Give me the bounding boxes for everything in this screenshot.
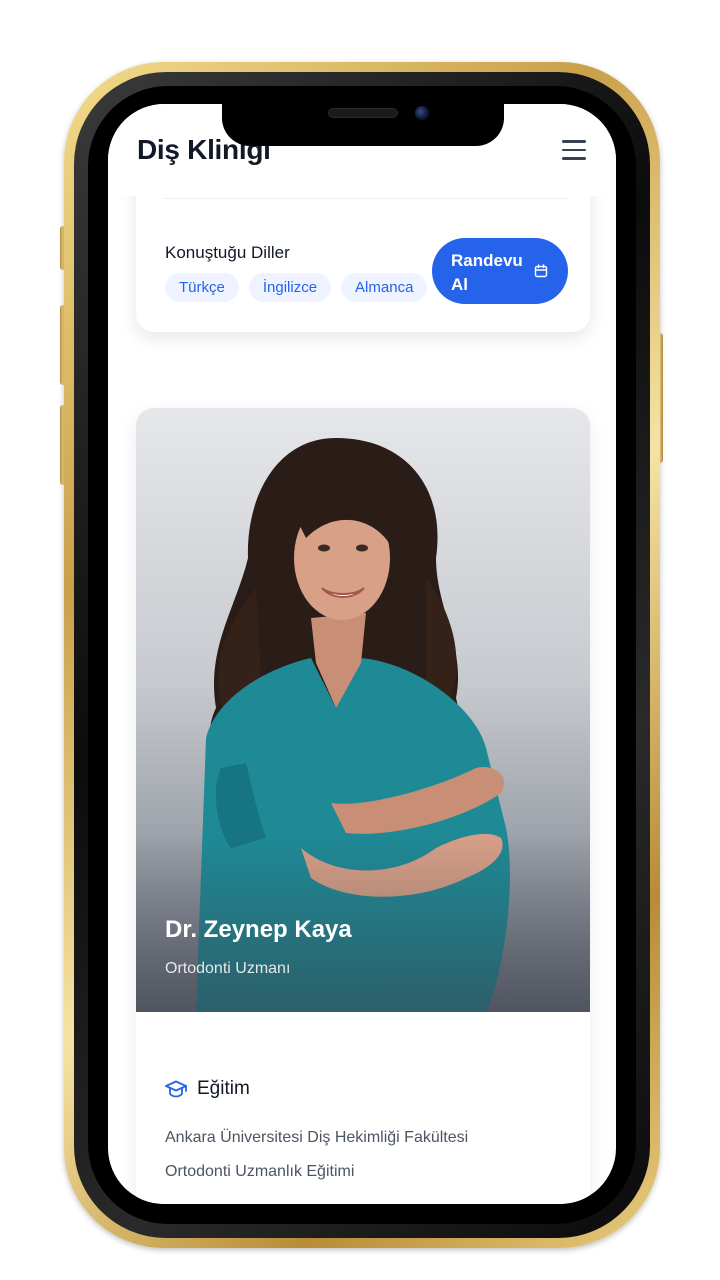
- education-title: Eğitim: [197, 1078, 250, 1099]
- graduation-cap-icon: [165, 1080, 187, 1098]
- doctor-photo: Dr. Zeynep Kaya Ortodonti Uzmanı: [136, 408, 590, 1012]
- doctor-name: Dr. Zeynep Kaya: [165, 916, 352, 943]
- education-line: Ankara Üniversitesi Diş Hekimliği Fakült…: [165, 1129, 469, 1146]
- card-divider: [164, 198, 568, 199]
- language-chip-english: İngilizce: [248, 273, 332, 302]
- front-camera: [415, 106, 429, 120]
- appointment-button-label: Randevu Al: [451, 251, 523, 294]
- phone-screen: Konuştuğu Diller Türkçe İngilizce Almanc…: [108, 104, 616, 1204]
- language-chip-turkish: Türkçe: [165, 273, 239, 302]
- education-list: Ankara Üniversitesi Diş Hekimliği Fakült…: [165, 1121, 468, 1189]
- language-chips: Türkçe İngilizce Almanca: [165, 273, 428, 302]
- hamburger-menu-icon[interactable]: [562, 140, 586, 160]
- language-chip-german: Almanca: [341, 273, 428, 302]
- languages-label: Konuştuğu Diller: [165, 243, 290, 262]
- education-heading: Eğitim: [165, 1078, 250, 1100]
- phone-notch: [222, 98, 504, 146]
- appointment-button[interactable]: Randevu Al: [432, 238, 568, 304]
- doctor-specialty: Ortodonti Uzmanı: [165, 960, 291, 977]
- doctor-card[interactable]: Dr. Zeynep Kaya Ortodonti Uzmanı Eğitim …: [136, 408, 590, 1204]
- education-line: Ortodonti Uzmanlık Eğitimi: [165, 1163, 355, 1180]
- earpiece-speaker: [328, 108, 398, 118]
- calendar-icon: [534, 264, 548, 278]
